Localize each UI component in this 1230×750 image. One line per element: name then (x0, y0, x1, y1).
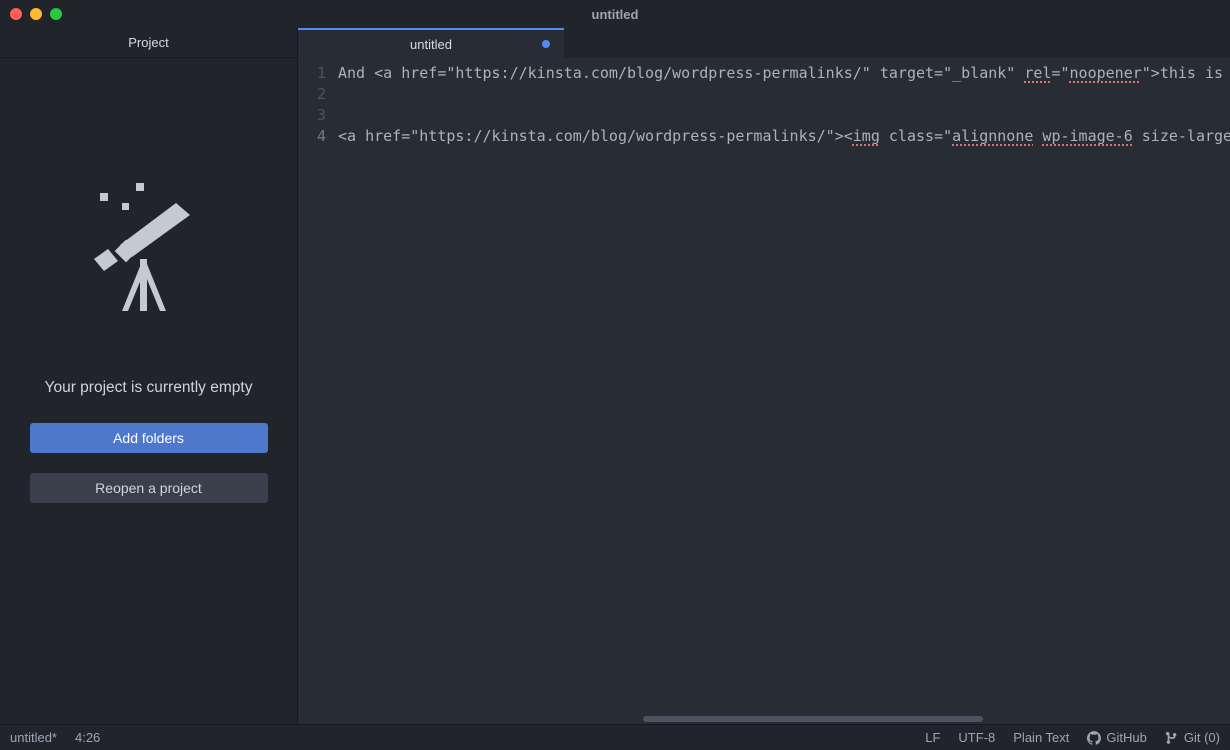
line-number: 1 (298, 63, 338, 84)
empty-project-message: Your project is currently empty (45, 379, 253, 397)
status-bar: untitled* 4:26 LF UTF-8 Plain Text GitHu… (0, 724, 1230, 750)
line-number: 4 (298, 126, 338, 147)
editor-tab-label: untitled (410, 37, 452, 52)
code-area[interactable]: 1234 And <a href="https://kinsta.com/blo… (298, 58, 1230, 724)
status-encoding[interactable]: UTF-8 (958, 730, 995, 745)
code-line[interactable]: And <a href="https://kinsta.com/blog/wor… (338, 63, 1230, 84)
code-line[interactable] (338, 105, 1230, 126)
reopen-project-button[interactable]: Reopen a project (30, 473, 268, 503)
status-github[interactable]: GitHub (1087, 730, 1146, 745)
status-grammar[interactable]: Plain Text (1013, 730, 1069, 745)
status-file[interactable]: untitled* (10, 730, 57, 745)
project-sidebar: Project Your project is currently empty … (0, 28, 298, 724)
code-text[interactable]: And <a href="https://kinsta.com/blog/wor… (338, 58, 1230, 724)
editor-tab-untitled[interactable]: untitled (298, 28, 564, 58)
status-cursor-position[interactable]: 4:26 (75, 730, 100, 745)
code-line[interactable]: <a href="https://kinsta.com/blog/wordpre… (338, 126, 1230, 147)
line-number: 2 (298, 84, 338, 105)
code-line[interactable] (338, 84, 1230, 105)
add-folders-button[interactable]: Add folders (30, 423, 268, 453)
status-git[interactable]: Git (0) (1165, 730, 1220, 745)
editor-tab-bar: untitled (298, 28, 1230, 58)
github-icon (1087, 731, 1101, 745)
line-number: 3 (298, 105, 338, 126)
horizontal-scrollbar[interactable] (643, 716, 983, 722)
dirty-indicator-icon (542, 40, 550, 48)
telescope-icon (94, 179, 204, 319)
window-title: untitled (592, 7, 639, 22)
line-number-gutter: 1234 (298, 58, 338, 724)
editor-pane: untitled 1234 And <a href="https://kinst… (298, 28, 1230, 724)
git-branch-icon (1165, 731, 1179, 745)
status-line-ending[interactable]: LF (925, 730, 940, 745)
